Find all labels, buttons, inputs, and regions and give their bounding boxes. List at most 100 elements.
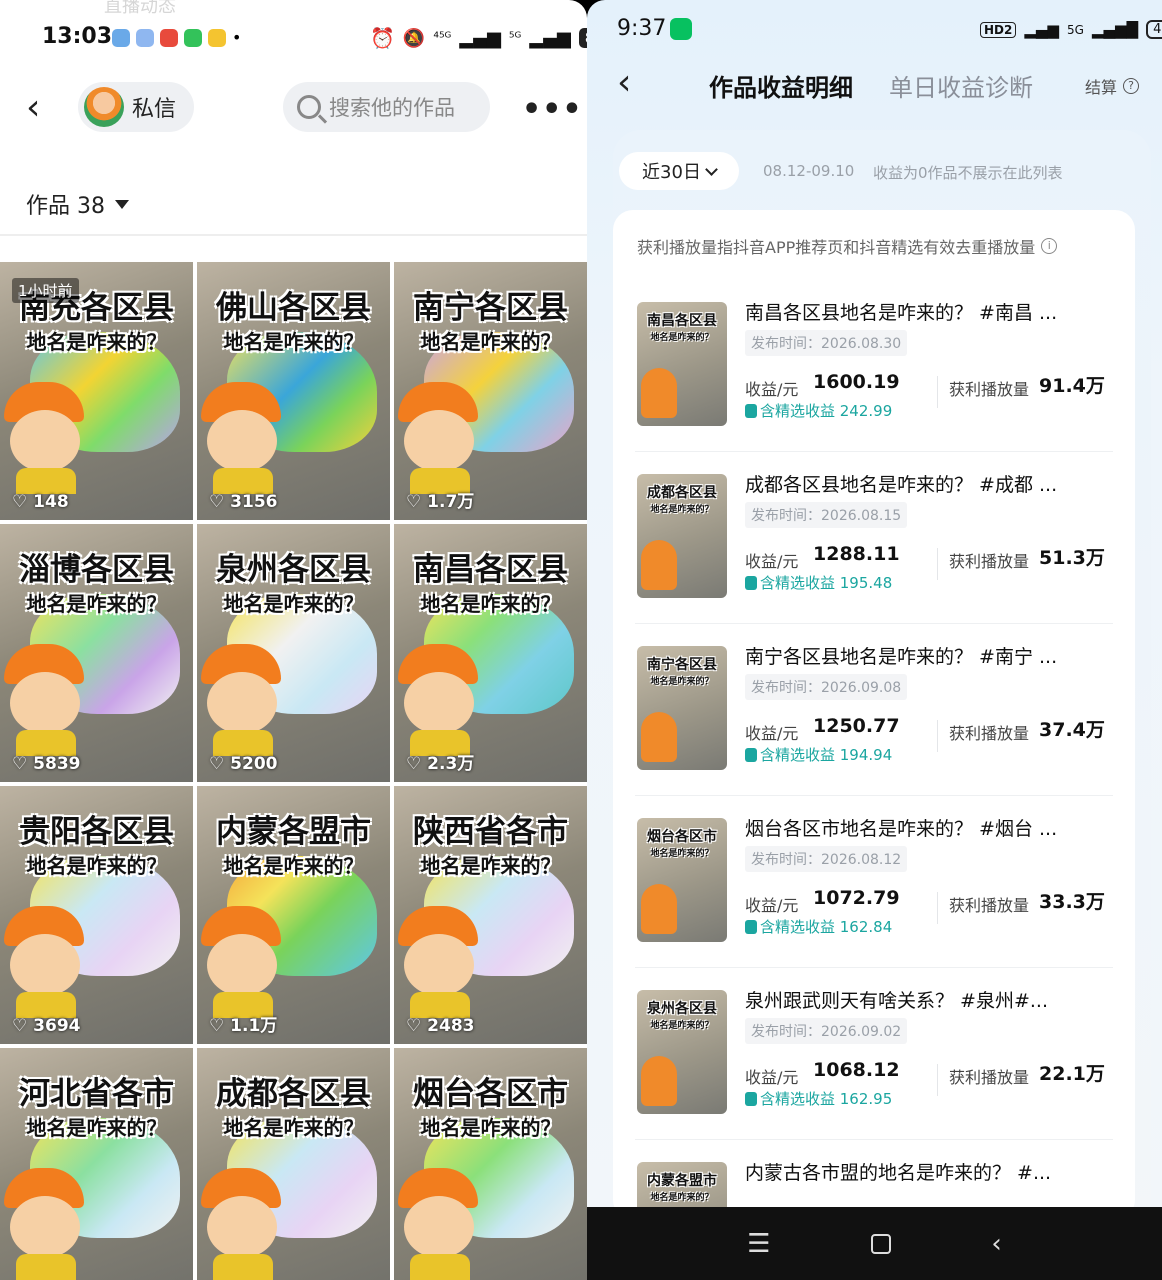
plays-value: 91.4万 bbox=[1039, 375, 1105, 397]
plays-value: 37.4万 bbox=[1039, 719, 1105, 741]
mascot-image bbox=[4, 906, 88, 1018]
message-button[interactable]: 私信 bbox=[78, 82, 194, 132]
tab-income-detail[interactable]: 作品收益明细 bbox=[709, 68, 853, 103]
filter-note: 收益为0作品不展示在此列表 bbox=[873, 164, 1063, 182]
ghost-text: 直播动态 bbox=[104, 0, 176, 17]
mascot-image bbox=[4, 644, 88, 756]
info-icon[interactable]: i bbox=[1041, 238, 1058, 254]
video-tile[interactable]: 淄博各区县 地名是咋来的？ ♡ 5839 bbox=[0, 524, 193, 782]
video-tile[interactable]: 成都各区县 地名是咋来的？ bbox=[197, 1048, 390, 1280]
video-tile[interactable]: 陕西省各市 地名是咋来的？ ♡ 2483 bbox=[394, 786, 587, 1044]
system-icons: HD2 ▂▄▆ 5G ▂▄▆█ 46 bbox=[980, 20, 1162, 39]
tile-title: 佛山各区县 bbox=[216, 290, 371, 326]
back-icon[interactable]: ‹ bbox=[617, 62, 631, 103]
notification-icons: • bbox=[112, 28, 241, 47]
mascot-image bbox=[201, 382, 285, 494]
video-tile[interactable]: 南昌各区县 地名是咋来的？ ♡ 2.3万 bbox=[394, 524, 587, 782]
video-tile[interactable]: 烟台各区市 地名是咋来的？ bbox=[394, 1048, 587, 1280]
income-label: 收益/元 bbox=[745, 552, 799, 571]
tile-title: 烟台各区市 bbox=[413, 1076, 568, 1112]
search-input[interactable]: 搜索他的作品 bbox=[283, 82, 490, 132]
back-nav-icon[interactable]: ‹ bbox=[991, 1229, 1001, 1259]
dot-icon: • bbox=[232, 28, 242, 47]
divider bbox=[937, 548, 938, 580]
app-icon bbox=[184, 28, 202, 47]
tile-subtitle: 地名是咋来的？ bbox=[26, 1116, 167, 1140]
search-placeholder: 搜索他的作品 bbox=[329, 96, 455, 120]
chevron-down-icon bbox=[705, 162, 718, 176]
mascot-image bbox=[4, 1168, 88, 1280]
period-dropdown[interactable]: 近30日 bbox=[619, 152, 739, 190]
menu-icon[interactable]: ☰ bbox=[747, 1229, 770, 1259]
home-icon[interactable] bbox=[870, 1233, 891, 1254]
plays-value: 51.3万 bbox=[1039, 547, 1105, 569]
tile-subtitle: 地名是咋来的？ bbox=[223, 330, 364, 354]
item-title: 成都各区县地名是咋来的？ #成都 ... bbox=[745, 474, 1058, 496]
plays-label: 获利播放量 bbox=[949, 380, 1030, 399]
list-item[interactable]: 成都各区县 地名是咋来的？ 成都各区县地名是咋来的？ #成都 ... 发布时间：2… bbox=[635, 454, 1113, 624]
wechat-icon bbox=[670, 18, 692, 40]
video-tile[interactable]: 南充各区县 地名是咋来的？ 1小时前 ♡ 148 bbox=[0, 262, 193, 520]
douyin-icon bbox=[745, 403, 757, 418]
list-item[interactable]: 南昌各区县 地名是咋来的？ 南昌各区县地名是咋来的？ #南昌 ... 发布时间：2… bbox=[635, 282, 1113, 452]
left-screen: 直播动态 13:03 • ⏰ 🔕 ⁴⁵ᴳ ▂▄▆ ⁵ᴳ ▂▄▆ 82 ‹ 私信 bbox=[0, 0, 587, 1280]
mascot-image bbox=[398, 382, 482, 494]
plays-label: 获利播放量 bbox=[949, 724, 1030, 743]
tile-subtitle: 地名是咋来的？ bbox=[420, 854, 561, 878]
signal-icon: ⁵ᴳ bbox=[508, 30, 522, 46]
signal-icon: ⁴⁵ᴳ bbox=[433, 30, 452, 46]
mascot-image bbox=[201, 906, 285, 1018]
income-value: 1288.11 bbox=[813, 543, 900, 565]
plays-label: 获利播放量 bbox=[949, 896, 1030, 915]
video-tile[interactable]: 河北省各市 地名是咋来的？ bbox=[0, 1048, 193, 1280]
video-tile[interactable]: 内蒙各盟市 地名是咋来的？ ♡ 1.1万 bbox=[197, 786, 390, 1044]
tile-subtitle: 地名是咋来的？ bbox=[26, 854, 167, 878]
mascot-image bbox=[398, 906, 482, 1018]
douyin-icon bbox=[745, 1091, 757, 1106]
period-label: 近30日 bbox=[642, 162, 701, 183]
app-icon bbox=[136, 28, 154, 47]
video-tile[interactable]: 泉州各区县 地名是咋来的？ ♡ 5200 bbox=[197, 524, 390, 782]
income-label: 收益/元 bbox=[745, 380, 799, 399]
signal-bars-icon: ▂▄▆ bbox=[529, 27, 571, 49]
plays-value: 22.1万 bbox=[1039, 1063, 1105, 1085]
tile-subtitle: 地名是咋来的？ bbox=[26, 330, 167, 354]
income-value: 1072.79 bbox=[813, 887, 900, 909]
time-badge: 1小时前 bbox=[12, 278, 79, 303]
video-tile[interactable]: 贵阳各区县 地名是咋来的？ ♡ 3694 bbox=[0, 786, 193, 1044]
works-label: 作品 38 bbox=[26, 194, 105, 219]
mascot-image bbox=[398, 1168, 482, 1280]
list-item[interactable]: 南宁各区县 地名是咋来的？ 南宁各区县地名是咋来的？ #南宁 ... 发布时间：2… bbox=[635, 626, 1113, 796]
video-thumbnail: 成都各区县 地名是咋来的？ bbox=[637, 474, 727, 598]
back-icon[interactable]: ‹ bbox=[26, 88, 56, 128]
settle-label: 结算 bbox=[1085, 78, 1118, 97]
item-title: 泉州跟武则天有啥关系？ #泉州#... bbox=[745, 990, 1048, 1012]
tile-subtitle: 地名是咋来的？ bbox=[26, 592, 167, 616]
tab-daily-diagnosis[interactable]: 单日收益诊断 bbox=[889, 68, 1033, 103]
mascot-image bbox=[4, 382, 88, 494]
like-count: ♡ 3156 bbox=[209, 492, 278, 512]
item-title: 南昌各区县地名是咋来的？ #南昌 ... bbox=[745, 302, 1058, 324]
tile-title: 淄博各区县 bbox=[19, 552, 174, 588]
income-label: 收益/元 bbox=[745, 724, 799, 743]
message-label: 私信 bbox=[132, 97, 177, 122]
video-thumbnail: 南宁各区县 地名是咋来的？ bbox=[637, 646, 727, 770]
like-count: ♡ 1.1万 bbox=[209, 1016, 278, 1036]
profile-header: ‹ 私信 搜索他的作品 ••• bbox=[0, 74, 587, 144]
info-text: 获利播放量指抖音APP推荐页和抖音精选有效去重播放量 i bbox=[637, 234, 1058, 258]
list-item[interactable]: 泉州各区县 地名是咋来的？ 泉州跟武则天有啥关系？ #泉州#... 发布时间：20… bbox=[635, 970, 1113, 1140]
works-dropdown[interactable]: 作品 38 bbox=[26, 188, 129, 220]
tile-title: 成都各区县 bbox=[216, 1076, 371, 1112]
like-count: ♡ 3694 bbox=[12, 1016, 81, 1036]
income-value: 1068.12 bbox=[813, 1059, 900, 1081]
mascot-image bbox=[201, 1168, 285, 1280]
douyin-icon bbox=[745, 919, 757, 934]
publish-date: 发布时间：2026.08.15 bbox=[745, 502, 908, 528]
settle-link[interactable]: 结算 ? bbox=[1085, 74, 1140, 98]
item-title: 南宁各区县地名是咋来的？ #南宁 ... bbox=[745, 646, 1058, 668]
video-tile[interactable]: 佛山各区县地名是咋来的？ ♡ 3156 bbox=[197, 262, 390, 520]
more-icon[interactable]: ••• bbox=[522, 92, 583, 127]
tile-title: 南宁各区县 bbox=[413, 290, 568, 326]
video-tile[interactable]: 南宁各区县 地名是咋来的？ ♡ 1.7万 bbox=[394, 262, 587, 520]
list-item[interactable]: 烟台各区市 地名是咋来的？ 烟台各区市地名是咋来的？ #烟台 ... 发布时间：2… bbox=[635, 798, 1113, 968]
